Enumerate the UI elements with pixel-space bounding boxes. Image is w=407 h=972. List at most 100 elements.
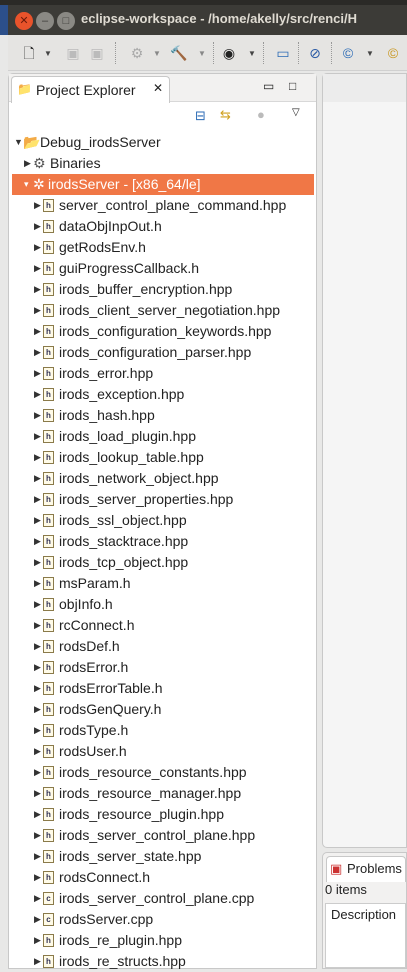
tree-item-file[interactable]: ▶ h irods_resource_manager.hpp	[12, 783, 314, 804]
expand-arrow-icon[interactable]: ▶	[34, 741, 41, 762]
tree-item-file[interactable]: ▶ h dataObjInpOut.h	[12, 216, 314, 237]
expand-arrow-icon[interactable]: ▶	[34, 594, 41, 615]
skip-breakpoints-icon[interactable]: ⊘	[306, 44, 324, 62]
tree-item-file[interactable]: ▶ c rodsServer.cpp	[12, 909, 314, 930]
minimize-window-button[interactable]: –	[36, 12, 54, 30]
expand-arrow-icon[interactable]: ▶	[34, 909, 41, 930]
view-menu-icon[interactable]: ▽	[292, 107, 300, 118]
tree-item-file[interactable]: ▶ h irods_lookup_table.hpp	[12, 447, 314, 468]
tree-item-file[interactable]: ▶ h rodsError.h	[12, 657, 314, 678]
minimize-icon[interactable]: ▭	[263, 79, 274, 93]
tree-item-file[interactable]: ▶ h irods_configuration_keywords.hpp	[12, 321, 314, 342]
tree-item-file[interactable]: ▶ h irods_ssl_object.hpp	[12, 510, 314, 531]
expand-arrow-icon[interactable]: ▶	[34, 426, 41, 447]
tree-item-file[interactable]: ▶ h rodsDef.h	[12, 636, 314, 657]
expand-arrow-icon[interactable]: ▶	[34, 783, 41, 804]
tree-item-file[interactable]: ▶ h rodsGenQuery.h	[12, 699, 314, 720]
expand-arrow-icon[interactable]: ▶	[34, 888, 41, 909]
tree-item-file[interactable]: ▶ h msParam.h	[12, 573, 314, 594]
tree-item-file[interactable]: ▶ h irods_exception.hpp	[12, 384, 314, 405]
expand-arrow-icon[interactable]: ▶	[34, 216, 41, 237]
expand-arrow-icon[interactable]: ▶	[34, 258, 41, 279]
expand-arrow-icon[interactable]: ▶	[34, 384, 41, 405]
tree-item-file[interactable]: ▶ h irods_hash.hpp	[12, 405, 314, 426]
expand-arrow-icon[interactable]: ▶	[34, 447, 41, 468]
close-tab-icon[interactable]: ✕	[153, 81, 163, 95]
close-window-button[interactable]: ✕	[15, 12, 33, 30]
expand-arrow-icon[interactable]: ▶	[34, 531, 41, 552]
new-dropdown-icon[interactable]: ▼	[44, 49, 52, 58]
tree-item-binary-selected[interactable]: ▾ ✲ irodsServer - [x86_64/le]	[12, 174, 314, 195]
profile-icon[interactable]: ◉	[220, 44, 238, 62]
tree-item-file[interactable]: ▶ h irods_server_control_plane.hpp	[12, 825, 314, 846]
expand-arrow-icon[interactable]: ▶	[34, 489, 41, 510]
expand-arrow-icon[interactable]: ▶	[34, 615, 41, 636]
expand-arrow-icon[interactable]: ▶	[34, 846, 41, 867]
tree-item-file[interactable]: ▶ h irods_configuration_parser.hpp	[12, 342, 314, 363]
collapse-arrow-icon[interactable]: ▾	[24, 174, 29, 195]
expand-arrow-icon[interactable]: ▶	[34, 468, 41, 489]
tab-project-explorer[interactable]: 📁 Project Explorer ✕	[11, 76, 170, 103]
expand-arrow-icon[interactable]: ▶	[34, 930, 41, 951]
tree-item-file[interactable]: ▶ h irods_resource_constants.hpp	[12, 762, 314, 783]
maximize-icon[interactable]: □	[289, 79, 296, 93]
expand-arrow-icon[interactable]: ▶	[34, 405, 41, 426]
expand-arrow-icon[interactable]: ▶	[34, 342, 41, 363]
tree-item-file[interactable]: ▶ c irods_server_control_plane.cpp	[12, 888, 314, 909]
expand-arrow-icon[interactable]: ▶	[34, 237, 41, 258]
column-header-description[interactable]: Description	[331, 907, 396, 922]
tree-item-file[interactable]: ▶ h getRodsEnv.h	[12, 237, 314, 258]
build-dropdown-icon[interactable]: ▼	[198, 49, 206, 58]
expand-arrow-icon[interactable]: ▶	[34, 720, 41, 741]
collapse-all-icon[interactable]: ⊟	[195, 108, 206, 124]
save-all-icon[interactable]: ▣	[88, 44, 106, 62]
tree-item-file[interactable]: ▶ h rcConnect.h	[12, 615, 314, 636]
debug-dropdown-icon[interactable]: ▼	[153, 49, 161, 58]
expand-arrow-icon[interactable]: ▶	[34, 699, 41, 720]
tree-item-file[interactable]: ▶ h irods_buffer_encryption.hpp	[12, 279, 314, 300]
tree-item-file[interactable]: ▶ h rodsType.h	[12, 720, 314, 741]
tree-item-binaries[interactable]: ▶ ⚙ Binaries	[12, 153, 314, 174]
tree-item-file[interactable]: ▶ h irods_resource_plugin.hpp	[12, 804, 314, 825]
tree-item-file[interactable]: ▶ h irods_stacktrace.hpp	[12, 531, 314, 552]
new-class-icon[interactable]: ©	[339, 44, 357, 62]
tree-item-file[interactable]: ▶ h server_control_plane_command.hpp	[12, 195, 314, 216]
tree-item-file[interactable]: ▶ h guiProgressCallback.h	[12, 258, 314, 279]
expand-arrow-icon[interactable]: ▶	[34, 636, 41, 657]
expand-arrow-icon[interactable]: ▶	[34, 657, 41, 678]
collapse-arrow-icon[interactable]: ▼	[14, 132, 23, 153]
expand-arrow-icon[interactable]: ▶	[34, 363, 41, 384]
tree-item-file[interactable]: ▶ h irods_re_plugin.hpp	[12, 930, 314, 951]
tree-item-file[interactable]: ▶ h rodsConnect.h	[12, 867, 314, 888]
save-icon[interactable]: ▣	[64, 44, 82, 62]
expand-arrow-icon[interactable]: ▶	[34, 552, 41, 573]
expand-arrow-icon[interactable]: ▶	[34, 195, 41, 216]
tree-item-file[interactable]: ▶ h irods_client_server_negotiation.hpp	[12, 300, 314, 321]
tree-item-file[interactable]: ▶ h irods_network_object.hpp	[12, 468, 314, 489]
tree-item-project[interactable]: ▼ 📂 Debug_irodsServer	[12, 132, 314, 153]
expand-arrow-icon[interactable]: ▶	[34, 279, 41, 300]
expand-arrow-icon[interactable]: ▶	[34, 867, 41, 888]
new-source-folder-icon[interactable]: ©	[384, 44, 402, 62]
expand-arrow-icon[interactable]: ▶	[34, 573, 41, 594]
expand-arrow-icon[interactable]: ▶	[34, 300, 41, 321]
link-with-editor-icon[interactable]: ⇆	[220, 107, 231, 123]
tree-item-file[interactable]: ▶ h objInfo.h	[12, 594, 314, 615]
build-hammer-icon[interactable]: 🔨	[170, 44, 188, 62]
tree-item-file[interactable]: ▶ h rodsErrorTable.h	[12, 678, 314, 699]
expand-arrow-icon[interactable]: ▶	[34, 825, 41, 846]
expand-arrow-icon[interactable]: ▶	[24, 153, 31, 174]
new-class-dropdown-icon[interactable]: ▼	[366, 49, 374, 58]
tree-item-file[interactable]: ▶ h irods_server_properties.hpp	[12, 489, 314, 510]
expand-arrow-icon[interactable]: ▶	[34, 510, 41, 531]
tree-item-file[interactable]: ▶ h irods_error.hpp	[12, 363, 314, 384]
tree-item-file[interactable]: ▶ h irods_tcp_object.hpp	[12, 552, 314, 573]
tree-item-file[interactable]: ▶ h irods_server_state.hpp	[12, 846, 314, 867]
terminal-icon[interactable]: ▭	[274, 44, 292, 62]
expand-arrow-icon[interactable]: ▶	[34, 678, 41, 699]
expand-arrow-icon[interactable]: ▶	[34, 762, 41, 783]
maximize-window-button[interactable]: □	[57, 12, 75, 30]
debug-icon[interactable]: ⚙	[128, 44, 146, 62]
expand-arrow-icon[interactable]: ▶	[34, 804, 41, 825]
expand-arrow-icon[interactable]: ▶	[34, 321, 41, 342]
